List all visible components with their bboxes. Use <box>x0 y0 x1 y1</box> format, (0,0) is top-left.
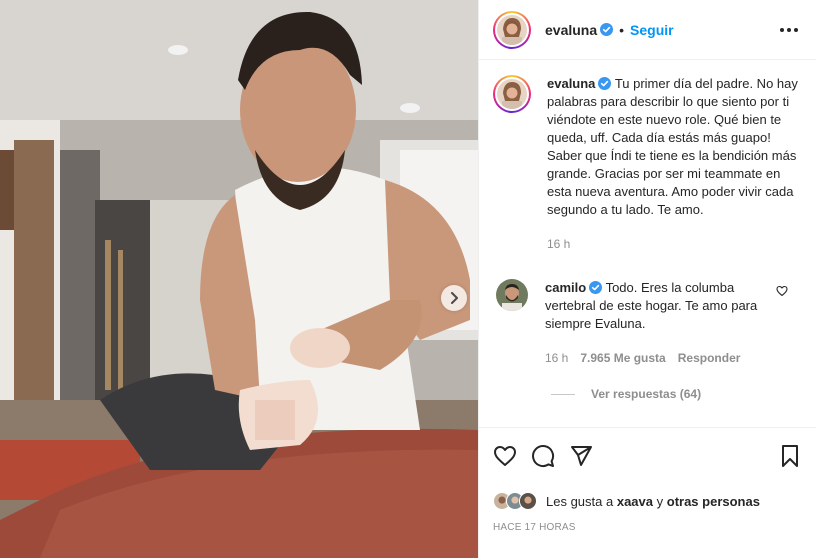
liker-avatars <box>493 492 537 510</box>
verified-badge-icon <box>598 77 612 90</box>
likes-summary[interactable]: Les gusta a xaava y otras personas <box>493 492 802 510</box>
comment: camilo Todo. Eres la columba vertebral d… <box>493 279 802 367</box>
post-side-panel: evaluna • Seguir evaluna Tu primer día d… <box>478 0 816 558</box>
post-header: evaluna • Seguir <box>479 0 816 60</box>
heart-icon[interactable] <box>493 444 517 468</box>
reply-button[interactable]: Responder <box>678 349 741 367</box>
next-photo-button[interactable] <box>441 285 467 311</box>
post-timestamp[interactable]: HACE 17 HORAS <box>493 522 802 533</box>
author-avatar-image <box>497 14 527 45</box>
likes-others[interactable]: otras personas <box>667 494 760 509</box>
commenter-username[interactable]: camilo <box>545 280 586 295</box>
action-bar <box>493 440 802 472</box>
commenter-avatar[interactable] <box>496 279 528 311</box>
comment-time[interactable]: 16 h <box>545 349 568 367</box>
header-separator: • <box>619 21 625 38</box>
view-replies-label: Ver respuestas (64) <box>591 387 702 401</box>
caption-username[interactable]: evaluna <box>547 76 595 91</box>
author-username[interactable]: evaluna <box>545 22 597 38</box>
comments-section: evaluna Tu primer día del padre. No hay … <box>479 61 816 427</box>
liker-avatar <box>519 492 537 510</box>
author-avatar[interactable] <box>493 10 531 49</box>
instagram-post: evaluna • Seguir evaluna Tu primer día d… <box>0 0 816 558</box>
bookmark-icon[interactable] <box>778 444 802 468</box>
caption-avatar-image <box>497 79 527 109</box>
comment-icon[interactable] <box>531 444 555 468</box>
more-options-icon[interactable] <box>776 24 802 36</box>
likes-prefix: Les gusta a <box>546 493 614 509</box>
verified-badge-icon <box>600 23 614 36</box>
comment-heart-icon[interactable] <box>776 285 788 297</box>
caption-time[interactable]: 16 h <box>547 235 570 253</box>
post-actions: Les gusta a xaava y otras personas HACE … <box>479 427 816 533</box>
chevron-right-icon <box>451 292 458 304</box>
caption: evaluna Tu primer día del padre. No hay … <box>493 75 802 253</box>
follow-button[interactable]: Seguir <box>630 22 674 38</box>
verified-badge-icon <box>589 281 603 294</box>
paper-plane-icon[interactable] <box>569 444 593 468</box>
likes-user[interactable]: xaava <box>617 494 653 509</box>
caption-text: Tu primer día del padre. No hay palabras… <box>547 76 798 217</box>
replies-divider <box>551 393 575 395</box>
post-photo-image <box>0 0 478 558</box>
comment-likes[interactable]: 7.965 Me gusta <box>580 349 665 367</box>
likes-joiner: y <box>656 493 664 509</box>
view-replies-button[interactable]: Ver respuestas (64) <box>551 387 802 401</box>
caption-avatar[interactable] <box>493 75 531 113</box>
post-photo[interactable] <box>0 0 478 558</box>
